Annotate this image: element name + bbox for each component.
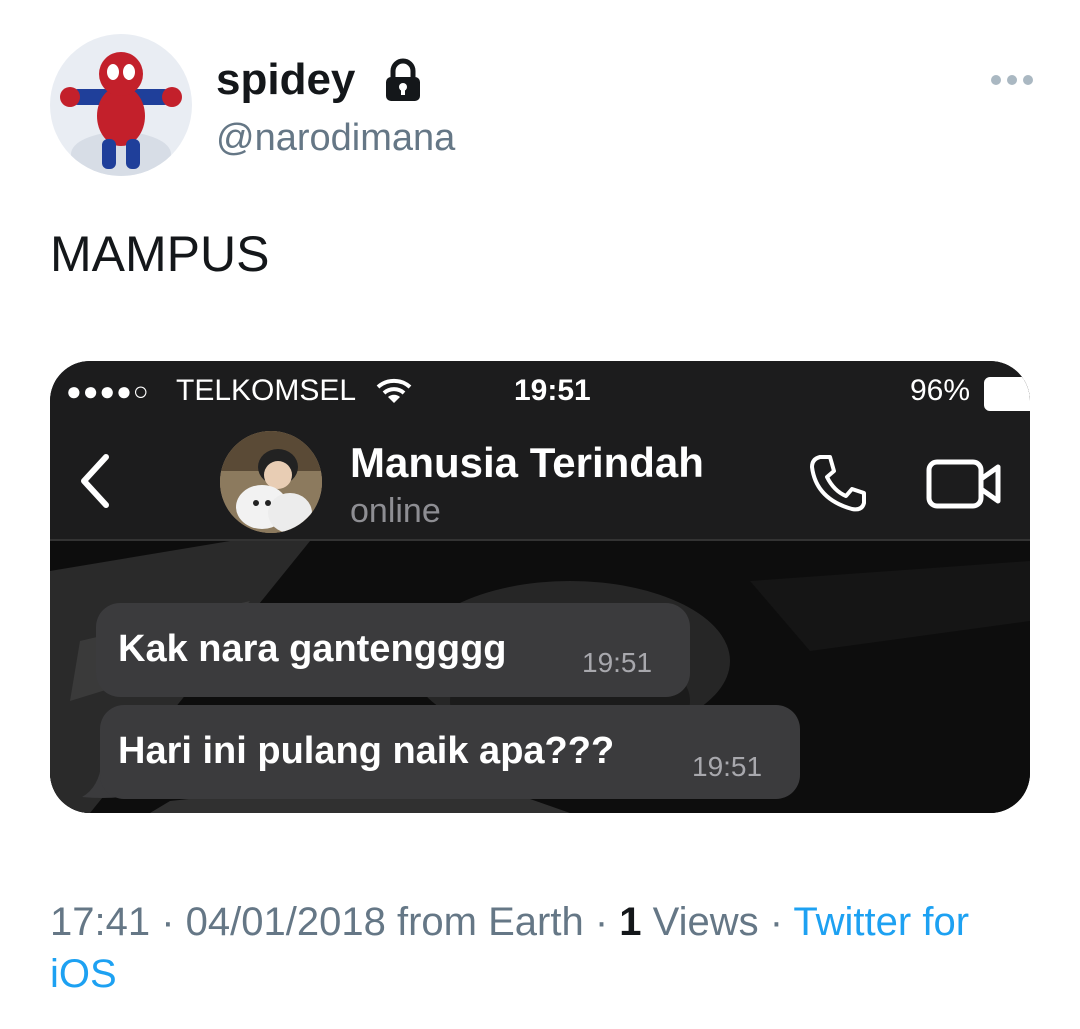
avatar[interactable] <box>50 34 192 176</box>
message-time: 19:51 <box>692 751 763 782</box>
back-chevron-icon[interactable] <box>76 453 112 509</box>
battery-icon <box>984 377 1030 411</box>
message-bubble[interactable]: Kak nara gantengggg 19:51 <box>96 603 690 697</box>
message-bubble[interactable]: Hari ini pulang naik apa??? 19:51 <box>100 705 800 799</box>
video-call-icon[interactable] <box>926 459 1002 509</box>
views-label: Views <box>641 900 759 944</box>
signal-strength: ●●●●○ <box>66 376 150 406</box>
message-text: Kak nara gantengggg <box>118 628 507 670</box>
views-count: 1 <box>619 900 642 944</box>
tweet-location: from Earth <box>385 900 584 944</box>
separator: · <box>758 900 794 944</box>
contact-avatar[interactable] <box>220 431 322 533</box>
separator: · <box>150 900 186 944</box>
contact-name[interactable]: Manusia Terindah <box>350 437 704 489</box>
tweet-metadata: 17:41 · 04/01/2018 from Earth · 1 Views … <box>50 896 1030 1000</box>
attached-image[interactable]: ●●●●○ TELKOMSEL 19:51 96% Manusia Terind… <box>50 361 1030 813</box>
separator: · <box>583 900 620 944</box>
chat-wallpaper: Kak nara gantengggg 19:51 Hari ini pulan… <box>50 541 1030 813</box>
battery-percent: 96% <box>910 374 971 407</box>
status-time: 19:51 <box>514 374 591 407</box>
display-name[interactable]: spidey <box>216 52 355 108</box>
tweet-time: 17:41 <box>50 900 151 944</box>
carrier-name: TELKOMSEL <box>176 374 357 407</box>
user-handle[interactable]: @narodimana <box>216 113 455 163</box>
tweet-date: 04/01/2018 <box>185 900 386 944</box>
lock-icon <box>384 58 422 102</box>
message-time: 19:51 <box>582 647 653 678</box>
phone-call-icon[interactable] <box>806 451 870 515</box>
chat-header: Manusia Terindah online <box>50 423 1030 541</box>
message-text: Hari ini pulang naik apa??? <box>118 730 615 772</box>
phone-status-bar: ●●●●○ TELKOMSEL 19:51 96% <box>50 361 1030 423</box>
contact-status: online <box>350 492 441 530</box>
more-icon[interactable] <box>990 72 1034 88</box>
wifi-icon <box>376 378 412 403</box>
tweet-text: MAMPUS <box>50 226 270 282</box>
